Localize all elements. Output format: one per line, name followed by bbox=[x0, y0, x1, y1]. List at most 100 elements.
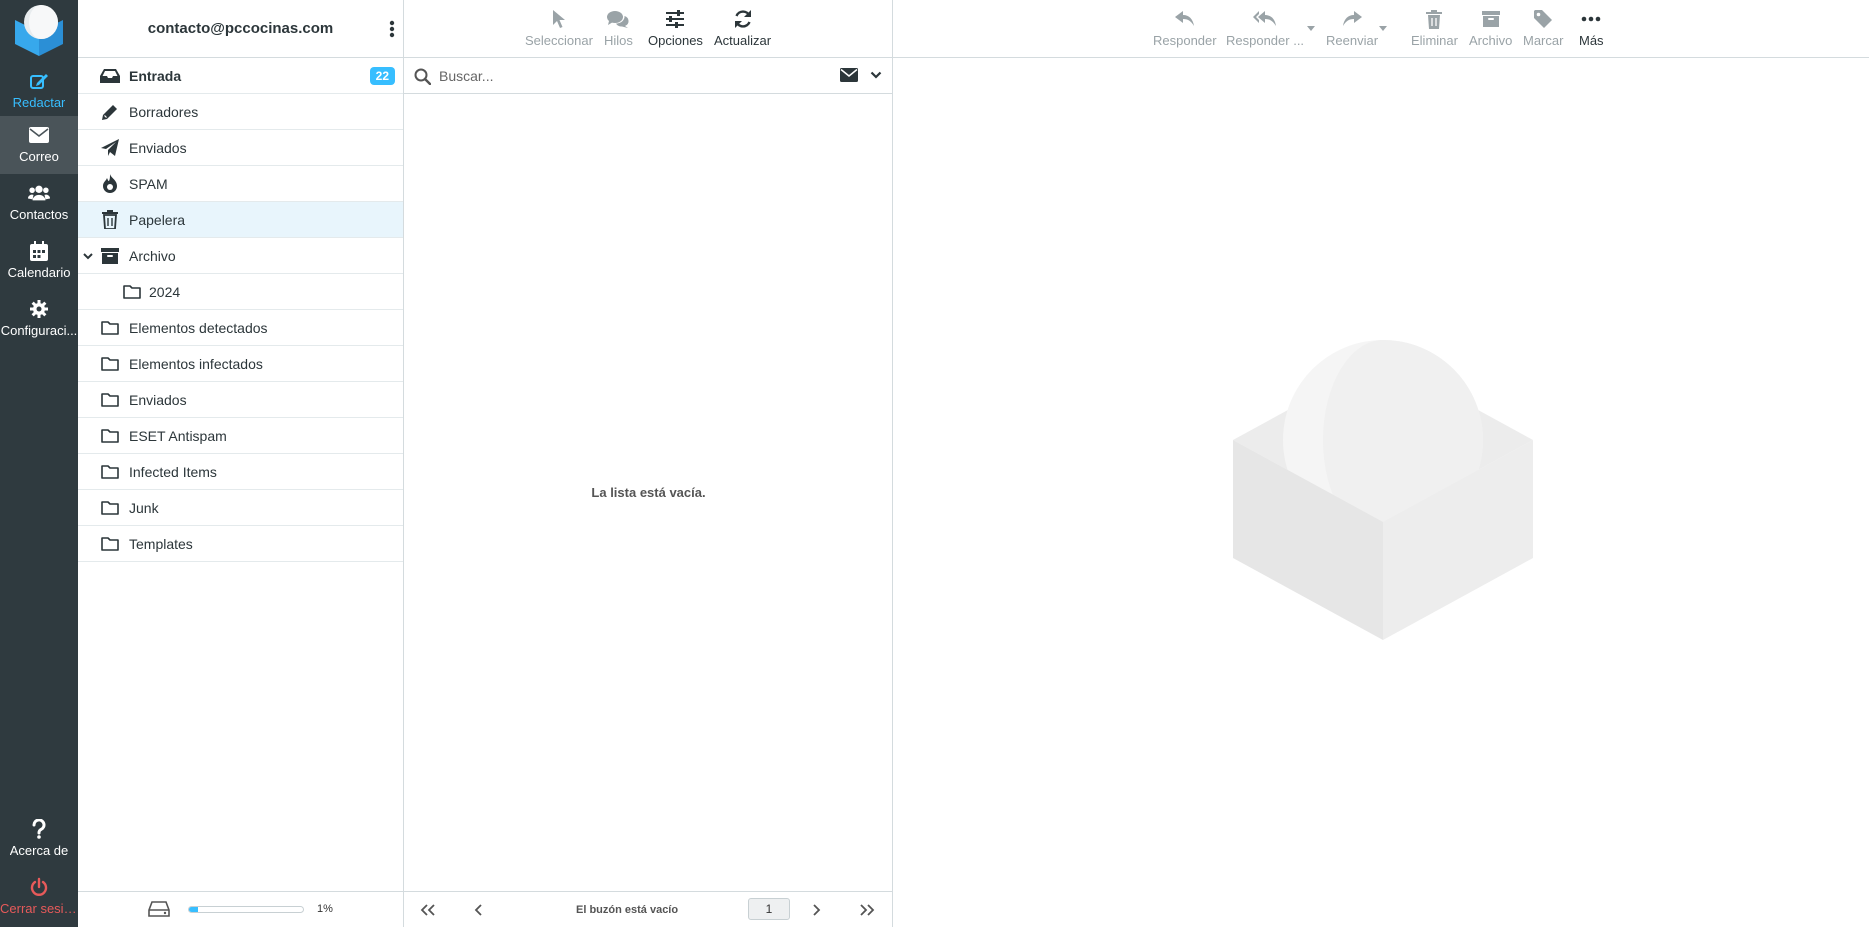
archive-label: Archivo bbox=[1469, 33, 1513, 48]
reply-all-label: Responder ... bbox=[1226, 33, 1305, 48]
folder-icon bbox=[100, 318, 120, 338]
folder-drafts[interactable]: Borradores bbox=[78, 94, 403, 130]
envelope-icon bbox=[28, 125, 50, 145]
archive-button[interactable]: Archivo bbox=[1469, 8, 1512, 48]
settings-label: Configuraci... bbox=[0, 323, 78, 338]
options-button[interactable]: Opciones bbox=[648, 8, 703, 48]
folder-label: Infected Items bbox=[129, 463, 217, 480]
logout-button[interactable]: Cerrar sesión bbox=[0, 868, 78, 926]
folder-archive[interactable]: Archivo bbox=[78, 238, 403, 274]
folder-detected-items[interactable]: Elementos detectados bbox=[78, 310, 403, 346]
list-toolbar: Seleccionar Hilos Opciones Actualizar bbox=[404, 0, 892, 58]
folder-pane: contacto@pccocinas.com Entrada 22 Borrad… bbox=[78, 0, 404, 927]
folder-infected-items[interactable]: Infected Items bbox=[78, 454, 403, 490]
folder-sent[interactable]: Enviados bbox=[78, 130, 403, 166]
select-button[interactable]: Seleccionar bbox=[525, 8, 593, 48]
pagination-bar: El buzón está vacío 1 bbox=[404, 891, 893, 927]
pencil-icon bbox=[100, 102, 120, 122]
chevron-down-icon[interactable] bbox=[81, 249, 95, 263]
quota-bar bbox=[188, 906, 304, 913]
forward-button[interactable]: Reenviar bbox=[1326, 8, 1378, 48]
folder-label: SPAM bbox=[129, 175, 168, 192]
compose-button[interactable]: Redactar bbox=[0, 62, 78, 120]
tag-icon bbox=[1531, 8, 1555, 30]
paper-plane-icon bbox=[100, 138, 120, 158]
reply-icon bbox=[1173, 8, 1197, 30]
logout-label: Cerrar sesión bbox=[0, 901, 78, 916]
account-header: contacto@pccocinas.com bbox=[78, 0, 403, 58]
search-input[interactable] bbox=[439, 64, 819, 88]
mark-button[interactable]: Marcar bbox=[1523, 8, 1563, 48]
about-button[interactable]: Acerca de bbox=[0, 810, 78, 868]
forward-icon bbox=[1340, 8, 1364, 30]
folder-sent-2[interactable]: Enviados bbox=[78, 382, 403, 418]
refresh-label: Actualizar bbox=[714, 33, 772, 48]
power-icon bbox=[28, 877, 50, 897]
folder-label: Junk bbox=[129, 499, 159, 516]
folder-trash[interactable]: Papelera bbox=[78, 202, 403, 238]
calendar-icon bbox=[28, 241, 50, 261]
main-navigation: Redactar Correo Contactos Calendario Con… bbox=[0, 0, 78, 927]
reply-all-dropdown-icon[interactable] bbox=[1307, 26, 1315, 31]
folder-label: Elementos infectados bbox=[129, 355, 263, 372]
contacts-button[interactable]: Contactos bbox=[0, 174, 78, 232]
folder-label: Enviados bbox=[129, 139, 187, 156]
about-label: Acerca de bbox=[9, 843, 69, 858]
reply-button[interactable]: Responder bbox=[1153, 8, 1217, 48]
first-page-icon[interactable] bbox=[419, 902, 437, 918]
folder-label: Borradores bbox=[129, 103, 199, 120]
next-page-icon[interactable] bbox=[807, 902, 825, 918]
folder-label: Papelera bbox=[129, 211, 186, 228]
folder-label: Archivo bbox=[129, 247, 176, 264]
question-icon bbox=[28, 819, 50, 839]
inbox-icon bbox=[100, 66, 120, 86]
options-label: Opciones bbox=[648, 33, 703, 48]
folder-archive-2024[interactable]: 2024 bbox=[78, 274, 403, 310]
chevron-down-icon[interactable] bbox=[870, 70, 882, 80]
trash-icon bbox=[1422, 8, 1446, 30]
refresh-button[interactable]: Actualizar bbox=[714, 8, 771, 48]
unread-count-badge: 22 bbox=[369, 66, 395, 85]
page-number-input[interactable]: 1 bbox=[748, 898, 790, 920]
folder-spam[interactable]: SPAM bbox=[78, 166, 403, 202]
last-page-icon[interactable] bbox=[858, 902, 876, 918]
archive-box-icon bbox=[100, 246, 120, 266]
roundcube-logo[interactable] bbox=[11, 2, 67, 58]
contacts-label: Contactos bbox=[9, 207, 69, 222]
calendar-button[interactable]: Calendario bbox=[0, 232, 78, 290]
compose-label: Redactar bbox=[12, 95, 66, 110]
previous-page-icon[interactable] bbox=[470, 902, 488, 918]
folder-icon bbox=[100, 426, 120, 446]
archive-box-icon bbox=[1479, 8, 1503, 30]
folder-templates[interactable]: Templates bbox=[78, 526, 403, 562]
reply-all-button[interactable]: Responder ... bbox=[1226, 8, 1304, 48]
folder-junk[interactable]: Junk bbox=[78, 490, 403, 526]
folder-inbox[interactable]: Entrada 22 bbox=[78, 58, 403, 94]
threads-button[interactable]: Hilos bbox=[604, 8, 633, 48]
folder-infected-items-es[interactable]: Elementos infectados bbox=[78, 346, 403, 382]
folder-label: 2024 bbox=[149, 283, 181, 300]
envelope-icon[interactable] bbox=[840, 68, 858, 82]
message-toolbar: Responder Responder ... Reenviar Elimina… bbox=[893, 0, 1869, 58]
folder-icon bbox=[100, 390, 120, 410]
folder-icon bbox=[100, 498, 120, 518]
folder-label: Templates bbox=[129, 535, 193, 552]
mark-label: Marcar bbox=[1523, 33, 1564, 48]
select-label: Seleccionar bbox=[525, 33, 593, 48]
account-email: contacto@pccocinas.com bbox=[147, 20, 334, 37]
settings-button[interactable]: Configuraci... bbox=[0, 290, 78, 348]
hard-drive-icon bbox=[148, 901, 170, 917]
vertical-dots-icon[interactable] bbox=[387, 19, 397, 39]
refresh-icon bbox=[731, 8, 755, 30]
quota-display: 1% bbox=[78, 891, 404, 927]
mail-button[interactable]: Correo bbox=[0, 116, 78, 174]
fire-icon bbox=[100, 174, 120, 194]
delete-button[interactable]: Eliminar bbox=[1411, 8, 1458, 48]
folder-eset-antispam[interactable]: ESET Antispam bbox=[78, 418, 403, 454]
delete-label: Eliminar bbox=[1411, 33, 1458, 48]
cursor-icon bbox=[547, 8, 571, 30]
mailbox-status: El buzón está vacío bbox=[576, 904, 679, 916]
more-button[interactable]: Más bbox=[1579, 8, 1604, 48]
forward-dropdown-icon[interactable] bbox=[1379, 26, 1387, 31]
empty-list-message: La lista está vacía. bbox=[591, 485, 706, 500]
